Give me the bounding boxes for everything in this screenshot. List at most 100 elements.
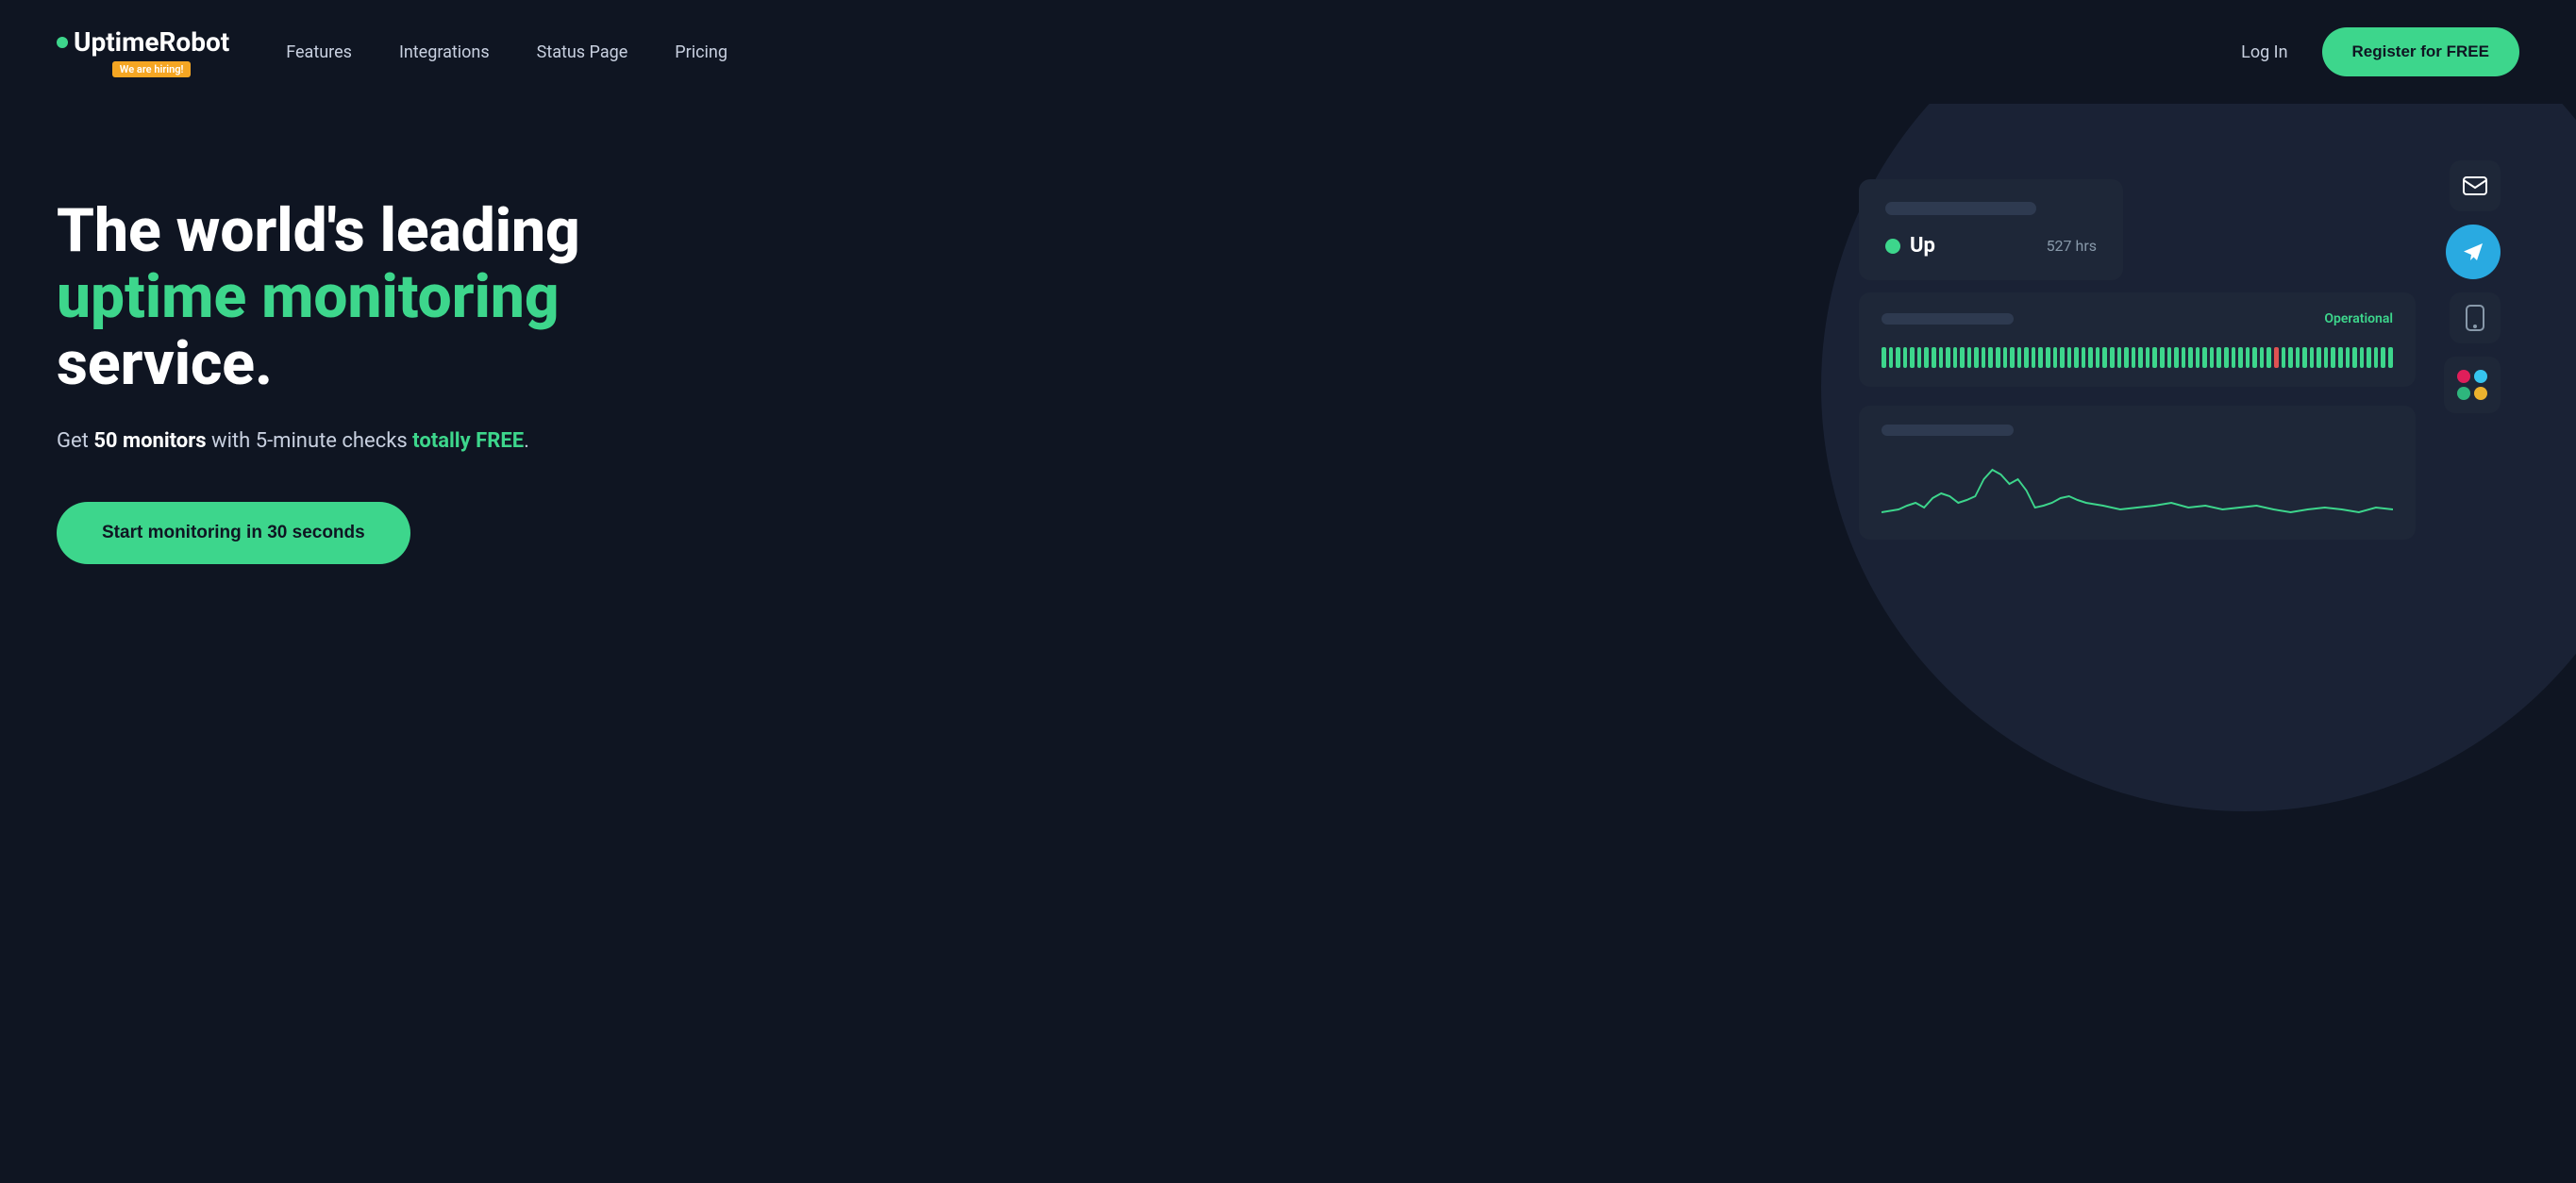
uptime-bar: [2310, 347, 2315, 368]
uptime-bar: [1974, 347, 1979, 368]
monitor-card-bar: [1885, 202, 2036, 215]
uptime-bar: [2174, 347, 2179, 368]
uptime-bar: [1917, 347, 1922, 368]
navigation: UptimeRobot We are hiring! Features Inte…: [0, 0, 2576, 104]
uptime-bar: [1924, 347, 1929, 368]
slack-notification-icon: [2444, 357, 2501, 413]
logo-area: UptimeRobot We are hiring!: [57, 26, 229, 77]
uptime-bar-red: [2274, 347, 2279, 368]
status-bar-label: [1882, 313, 2014, 325]
uptime-bar: [2367, 347, 2371, 368]
uptime-bar: [2196, 347, 2200, 368]
hero-left: The world's leading uptime monitoring se…: [57, 142, 1288, 564]
uptime-bar: [2182, 347, 2186, 368]
uptime-bar: [2352, 347, 2357, 368]
uptime-bar: [2346, 347, 2350, 368]
status-dot-green: [1885, 239, 1900, 254]
nav-pricing[interactable]: Pricing: [675, 42, 728, 62]
uptime-bar: [2088, 347, 2093, 368]
dashboard-mockup: Up 527 hrs: [1859, 160, 2519, 519]
uptime-bar: [2067, 347, 2072, 368]
logo[interactable]: UptimeRobot: [57, 26, 229, 58]
uptime-bar: [1903, 347, 1908, 368]
uptime-bar: [1982, 347, 1986, 368]
uptime-bar: [1932, 347, 1936, 368]
uptime-bar: [2232, 347, 2236, 368]
cta-button[interactable]: Start monitoring in 30 seconds: [57, 502, 410, 564]
uptime-bar: [2082, 347, 2086, 368]
nav-right: Log In Register for FREE: [2241, 27, 2519, 76]
register-button[interactable]: Register for FREE: [2322, 27, 2519, 76]
uptime-bar: [2138, 347, 2143, 368]
hero-heading: The world's leading uptime monitoring se…: [57, 198, 698, 397]
uptime-bar: [2096, 347, 2100, 368]
uptime-bar: [2167, 347, 2172, 368]
uptime-bar: [2202, 347, 2207, 368]
uptime-bar: [2117, 347, 2122, 368]
status-left: Up: [1885, 234, 1935, 258]
uptime-bar: [1953, 347, 1958, 368]
uptime-bar: [2060, 347, 2065, 368]
uptime-bar: [2381, 347, 2385, 368]
status-bar-card: Operational: [1859, 292, 2416, 387]
subtext-green: totally FREE: [412, 429, 524, 453]
heading-green: uptime monitoring: [57, 261, 560, 332]
uptime-bar: [2124, 347, 2129, 368]
notification-icons: [2444, 160, 2501, 413]
monitor-status: Up 527 hrs: [1885, 234, 2097, 258]
uptime-bar: [2360, 347, 2365, 368]
nav-integrations[interactable]: Integrations: [399, 42, 490, 62]
nav-links: Features Integrations Status Page Pricin…: [286, 42, 2241, 62]
operational-text: Operational: [2324, 311, 2393, 326]
uptime-bar: [2024, 347, 2029, 368]
uptime-bar: [2074, 347, 2079, 368]
nav-features[interactable]: Features: [286, 42, 352, 62]
hiring-badge[interactable]: We are hiring!: [112, 61, 192, 77]
uptime-bar: [2146, 347, 2150, 368]
uptime-bar: [2267, 347, 2271, 368]
uptime-bar: [2324, 347, 2329, 368]
uptime-bar: [2102, 347, 2107, 368]
uptime-bar: [1910, 347, 1915, 368]
uptime-bar: [2252, 347, 2257, 368]
uptime-bar: [2210, 347, 2215, 368]
uptime-bar: [2216, 347, 2221, 368]
uptime-bar: [2010, 347, 2015, 368]
uptime-bar: [1967, 347, 1972, 368]
login-link[interactable]: Log In: [2241, 42, 2287, 62]
status-hours: 527 hrs: [2047, 237, 2097, 255]
uptime-bar: [2188, 347, 2193, 368]
uptime-bar: [1988, 347, 1993, 368]
email-notification-icon: [2450, 160, 2501, 211]
uptime-bar: [1996, 347, 2000, 368]
response-chart: [1882, 451, 2393, 517]
uptime-bar: [1939, 347, 1944, 368]
logo-dot: [57, 37, 68, 48]
uptime-bar: [2110, 347, 2115, 368]
chart-label: [1882, 425, 2014, 436]
hero-section: The world's leading uptime monitoring se…: [0, 104, 2576, 1183]
uptime-bar: [2331, 347, 2335, 368]
monitor-card: Up 527 hrs: [1859, 179, 2123, 280]
uptime-bars: [1882, 340, 2393, 368]
uptime-bar: [2388, 347, 2393, 368]
status-bar-top: Operational: [1882, 311, 2393, 326]
uptime-bar: [2288, 347, 2293, 368]
uptime-bar: [2317, 347, 2321, 368]
uptime-bar: [2374, 347, 2379, 368]
uptime-bar: [2032, 347, 2036, 368]
nav-status-page[interactable]: Status Page: [537, 42, 628, 62]
phone-notification-icon: [2450, 292, 2501, 343]
uptime-bar: [2046, 347, 2050, 368]
logo-text: UptimeRobot: [74, 26, 229, 58]
uptime-bar: [1960, 347, 1965, 368]
uptime-bar: [2160, 347, 2165, 368]
uptime-bar: [2132, 347, 2136, 368]
telegram-notification-icon: [2446, 225, 2501, 279]
heading-line1: The world's leading: [57, 195, 580, 266]
uptime-bar: [2238, 347, 2243, 368]
uptime-bar: [2302, 347, 2307, 368]
uptime-bar: [2053, 347, 2058, 368]
uptime-bar: [2260, 347, 2265, 368]
uptime-bar: [1882, 347, 1886, 368]
